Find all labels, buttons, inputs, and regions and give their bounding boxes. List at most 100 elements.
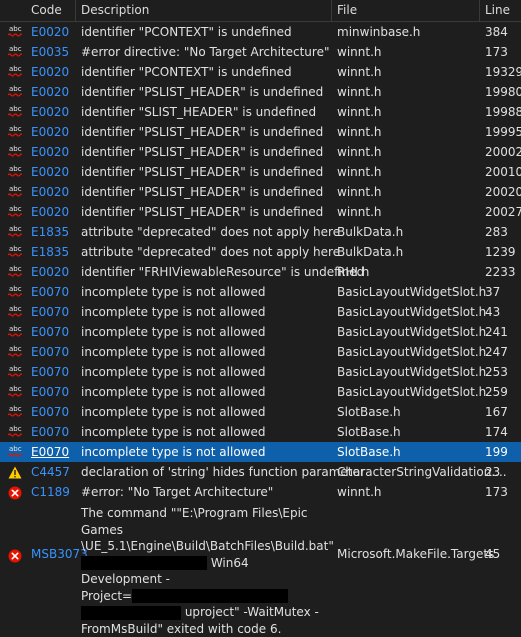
error-line: 199	[485, 445, 508, 459]
error-description: identifier "FRHIViewableResource" is und…	[81, 265, 364, 279]
error-file: BulkData.h	[337, 245, 403, 259]
error-code[interactable]: E0070	[31, 425, 69, 439]
error-code[interactable]: E1835	[31, 225, 69, 239]
error-code[interactable]: E0020	[31, 105, 69, 119]
error-description: incomplete type is not allowed	[81, 405, 265, 419]
redaction-block	[132, 589, 288, 603]
error-list-row[interactable]: abcE0070incomplete type is not allowedBa…	[0, 342, 521, 362]
column-divider[interactable]	[75, 0, 76, 21]
error-line: 2233	[485, 265, 516, 279]
error-code[interactable]: E0020	[31, 205, 69, 219]
error-code[interactable]: E0070	[31, 445, 69, 459]
error-list-header: Code Description File Line	[0, 0, 521, 22]
error-code[interactable]: E0070	[31, 305, 69, 319]
error-code[interactable]: C1189	[31, 485, 70, 499]
error-code[interactable]: E0070	[31, 365, 69, 379]
spelling-abc-icon: abc	[8, 26, 22, 39]
error-code[interactable]: E0070	[31, 405, 69, 419]
column-header-code[interactable]: Code	[31, 3, 62, 17]
error-list-row[interactable]: C1189#error: "No Target Architecture"win…	[0, 482, 521, 502]
error-list-row[interactable]: abcE0020identifier "PSLIST_HEADER" is un…	[0, 82, 521, 102]
spelling-abc-icon: abc	[8, 346, 22, 359]
error-list-row[interactable]: abcE0020identifier "PSLIST_HEADER" is un…	[0, 142, 521, 162]
error-line: 20002	[485, 145, 521, 159]
error-description: incomplete type is not allowed	[81, 425, 265, 439]
error-description: #error: "No Target Architecture"	[81, 485, 273, 499]
error-code[interactable]: E0070	[31, 285, 69, 299]
spelling-abc-icon: abc	[8, 226, 22, 239]
error-list-row[interactable]: abcE0070incomplete type is not allowedBa…	[0, 382, 521, 402]
error-list-row[interactable]: abcE0020identifier "PSLIST_HEADER" is un…	[0, 122, 521, 142]
description-line: \UE_5.1\Engine\Build\BatchFiles\Build.ba…	[81, 538, 331, 555]
error-list-row[interactable]: abcE0070incomplete type is not allowedBa…	[0, 362, 521, 382]
error-line: 19995	[485, 125, 521, 139]
error-list-row[interactable]: abcE0020identifier "PSLIST_HEADER" is un…	[0, 182, 521, 202]
description-line: uproject" -WaitMutex -	[81, 604, 331, 621]
error-list-row[interactable]: abcE0020identifier "SLIST_HEADER" is und…	[0, 102, 521, 122]
error-file: CharacterStringValidation....	[337, 465, 507, 479]
error-description: identifier "PSLIST_HEADER" is undefined	[81, 125, 323, 139]
error-list-row[interactable]: abcE0070incomplete type is not allowedBa…	[0, 322, 521, 342]
error-code[interactable]: E0020	[31, 25, 69, 39]
error-file: RHI.h	[337, 265, 369, 279]
error-code[interactable]: E0020	[31, 145, 69, 159]
error-line: 253	[485, 365, 508, 379]
error-line: 20010	[485, 165, 521, 179]
column-divider[interactable]	[479, 0, 480, 21]
spelling-abc-icon: abc	[8, 386, 22, 399]
error-code[interactable]: E0020	[31, 185, 69, 199]
error-list-row[interactable]: abc E1835 attribute "deprecated" does not …	[0, 222, 521, 242]
error-code[interactable]: E0020	[31, 125, 69, 139]
error-code[interactable]: E0020	[31, 65, 69, 79]
column-divider[interactable]	[331, 0, 332, 21]
error-file: Microsoft.MakeFile.Targets	[337, 547, 494, 561]
error-code[interactable]: MSB3073	[31, 547, 88, 561]
error-file: winnt.h	[337, 125, 381, 139]
error-file: BasicLayoutWidgetSlot.h	[337, 325, 486, 339]
error-line: 173	[485, 45, 508, 59]
error-description: identifier "SLIST_HEADER" is undefined	[81, 105, 316, 119]
spelling-abc-icon: abc	[8, 206, 22, 219]
error-code[interactable]: E0035	[31, 45, 69, 59]
error-description: attribute "deprecated" does not apply he…	[81, 225, 340, 239]
error-list-row[interactable]: abcE0035#error directive: "No Target Arc…	[0, 42, 521, 62]
error-line: 241	[485, 325, 508, 339]
column-header-file[interactable]: File	[337, 3, 357, 17]
error-list-row[interactable]: abcE0020identifier "FRHIViewableResource…	[0, 262, 521, 282]
error-file: SlotBase.h	[337, 405, 401, 419]
error-description: identifier "PSLIST_HEADER" is undefined	[81, 145, 323, 159]
error-row-msb3073[interactable]: MSB3073 The command ""E:\Program Files\E…	[0, 502, 521, 610]
error-list-row[interactable]: abcE1835attribute "deprecated" does not …	[0, 242, 521, 262]
error-line: 173	[485, 485, 508, 499]
error-line: 45	[485, 547, 500, 561]
error-code[interactable]: E0070	[31, 325, 69, 339]
error-list-row[interactable]: abcE0070incomplete type is not allowedSl…	[0, 442, 521, 462]
error-list-row[interactable]: abcE0020identifier "PCONTEXT" is undefin…	[0, 62, 521, 82]
error-code[interactable]: E0020	[31, 85, 69, 99]
error-code[interactable]: E0070	[31, 385, 69, 399]
column-header-description[interactable]: Description	[81, 3, 149, 17]
error-list-row[interactable]: abcE0070incomplete type is not allowedBa…	[0, 302, 521, 322]
error-description: attribute "deprecated" does not apply he…	[81, 245, 340, 259]
error-list-row[interactable]: C4457declaration of 'string' hides funct…	[0, 462, 521, 482]
error-line: 19329	[485, 65, 521, 79]
error-description: identifier "PSLIST_HEADER" is undefined	[81, 185, 323, 199]
spelling-abc-icon: abc	[8, 66, 22, 79]
error-list-row[interactable]: abcE0020identifier "PSLIST_HEADER" is un…	[0, 162, 521, 182]
error-list-row[interactable]: abcE0070incomplete type is not allowedSl…	[0, 422, 521, 442]
error-list-row[interactable]: abcE0020identifier "PCONTEXT" is undefin…	[0, 22, 521, 42]
error-code[interactable]: E0020	[31, 165, 69, 179]
error-code[interactable]: C4457	[31, 465, 70, 479]
error-description: identifier "PSLIST_HEADER" is undefined	[81, 85, 323, 99]
error-code[interactable]: E0070	[31, 345, 69, 359]
error-list-row[interactable]: abcE0070incomplete type is not allowedSl…	[0, 402, 521, 422]
error-description: incomplete type is not allowed	[81, 305, 265, 319]
error-list-row[interactable]: abcE0070incomplete type is not allowedBa…	[0, 282, 521, 302]
error-code[interactable]: E0020	[31, 265, 69, 279]
error-file: BasicLayoutWidgetSlot.h	[337, 305, 486, 319]
error-line: 43	[485, 305, 500, 319]
error-code[interactable]: E1835	[31, 245, 69, 259]
error-file: winnt.h	[337, 145, 381, 159]
error-list-row[interactable]: abcE0020identifier "PSLIST_HEADER" is un…	[0, 202, 521, 222]
column-header-line[interactable]: Line	[485, 3, 510, 17]
